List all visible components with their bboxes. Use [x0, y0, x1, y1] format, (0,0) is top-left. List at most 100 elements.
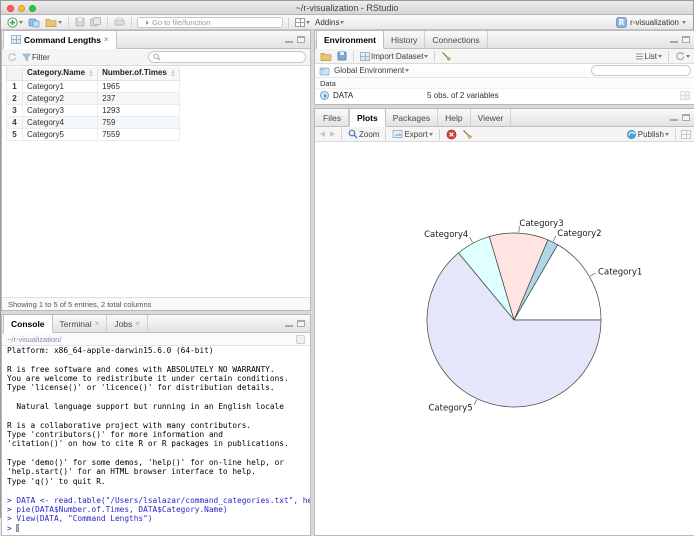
tab-command-lengths[interactable]: Command Lengths	[3, 31, 117, 49]
tab-environment[interactable]: Environment	[316, 31, 384, 49]
console-line	[7, 355, 310, 364]
print-button[interactable]	[113, 17, 126, 27]
environment-object-row[interactable]: DATA 5 obs. of 2 variables	[315, 89, 694, 102]
toolbar-separator	[353, 51, 354, 62]
previous-plot-button[interactable]	[319, 131, 326, 137]
refresh-environment-button[interactable]	[674, 51, 691, 61]
tab-terminal[interactable]: Terminal	[53, 315, 108, 332]
console-line: Type 'q()' to quit R.	[7, 477, 310, 486]
console-line: Natural language support but running in …	[7, 402, 310, 411]
data-viewer-searchbox[interactable]	[148, 51, 306, 63]
zoom-label: Zoom	[359, 130, 379, 139]
clear-workspace-button[interactable]	[440, 51, 453, 62]
save-workspace-button[interactable]	[336, 51, 348, 61]
new-file-button[interactable]	[6, 17, 24, 28]
data-viewer-toolbar: Filter	[2, 49, 310, 66]
forward-icon	[330, 131, 335, 137]
remove-plot-button[interactable]	[445, 129, 458, 140]
column-header-number-of-times[interactable]: Number.of.Times	[98, 67, 180, 80]
console-line	[7, 486, 310, 495]
plots-toolbar: Zoom Export	[315, 127, 694, 142]
tab-jobs[interactable]: Jobs	[107, 315, 148, 332]
minimize-panel-icon[interactable]	[285, 41, 293, 43]
minimize-panel-icon[interactable]	[670, 41, 678, 43]
pane-layout-button[interactable]	[294, 18, 311, 27]
console-output[interactable]: Platform: x86_64-apple-darwin15.6.0 (64-…	[2, 346, 310, 535]
console-prompt[interactable]: >	[7, 524, 310, 533]
data-grid-icon	[11, 35, 21, 44]
zoom-plot-button[interactable]: Zoom	[347, 129, 380, 139]
plot-area: Category1Category2Category3Category4Cate…	[315, 142, 694, 535]
goto-file-search[interactable]	[137, 17, 283, 28]
maximize-panel-icon[interactable]	[297, 36, 305, 43]
publish-button[interactable]: Publish	[625, 129, 670, 140]
pane-grid-icon[interactable]	[681, 130, 691, 139]
tab-files[interactable]: Files	[316, 109, 349, 126]
table-row[interactable]: 2Category2237	[7, 92, 180, 104]
tab-console[interactable]: Console	[3, 315, 53, 333]
environment-search-input[interactable]	[598, 66, 694, 75]
tab-packages[interactable]: Packages	[386, 109, 438, 126]
pie-label-tick	[590, 273, 595, 276]
tab-plots[interactable]: Plots	[349, 109, 386, 127]
filter-button[interactable]: Filter	[21, 53, 51, 62]
open-file-button[interactable]	[44, 17, 63, 28]
goto-file-input[interactable]	[152, 18, 279, 27]
load-workspace-button[interactable]	[319, 51, 333, 62]
table-row[interactable]: 5Category57559	[7, 128, 180, 140]
toolbar-separator	[341, 129, 342, 140]
expand-object-icon[interactable]	[320, 91, 329, 100]
console-line: You are welcome to redistribute it under…	[7, 374, 310, 383]
environment-searchbox[interactable]	[591, 65, 691, 76]
addins-label: Addins	[315, 18, 339, 27]
tab-history[interactable]: History	[384, 31, 425, 48]
chevron-down-icon	[58, 21, 62, 24]
import-dataset-button[interactable]: Import Dataset	[359, 52, 429, 61]
next-plot-button[interactable]	[329, 131, 336, 137]
r-session-icon[interactable]	[296, 335, 305, 344]
maximize-panel-icon[interactable]	[297, 320, 305, 327]
close-window-button[interactable]	[7, 5, 14, 12]
table-row[interactable]: 3Category31293	[7, 104, 180, 116]
close-icon[interactable]	[104, 36, 109, 44]
tab-viewer[interactable]: Viewer	[471, 109, 512, 126]
print-icon	[114, 17, 125, 27]
global-environment-selector[interactable]: Global Environment	[333, 66, 410, 75]
tab-help[interactable]: Help	[438, 109, 470, 126]
project-menu-button[interactable]: R r-visualization	[615, 17, 688, 28]
console-panel: Console Terminal Jobs	[1, 314, 311, 536]
minimize-panel-icon[interactable]	[285, 325, 293, 327]
pie-label-Category5: Category5	[428, 404, 472, 414]
object-description: 5 obs. of 2 variables	[427, 91, 676, 100]
addins-button[interactable]: Addins	[314, 18, 345, 27]
zoom-window-button[interactable]	[29, 5, 36, 12]
pane-layout-icon	[295, 18, 305, 27]
chevron-down-icon	[665, 133, 669, 136]
table-row[interactable]: 1Category11965	[7, 80, 180, 92]
pie-label-Category4: Category4	[424, 230, 468, 240]
tab-connections[interactable]: Connections	[425, 31, 487, 48]
export-plot-button[interactable]: Export	[391, 129, 433, 139]
table-row[interactable]: 4Category4759	[7, 116, 180, 128]
maximize-panel-icon[interactable]	[682, 114, 690, 121]
data-viewer-tabstrip: Command Lengths	[2, 31, 310, 49]
magnifier-icon	[348, 129, 358, 139]
minimize-panel-icon[interactable]	[670, 119, 678, 121]
close-icon[interactable]	[95, 320, 100, 328]
new-project-icon	[28, 17, 40, 28]
close-icon[interactable]	[135, 320, 140, 328]
save-button[interactable]	[74, 17, 86, 27]
maximize-panel-icon[interactable]	[682, 36, 690, 43]
clear-all-plots-button[interactable]	[461, 129, 474, 140]
connections-tab-label: Connections	[432, 35, 479, 45]
list-view-button[interactable]: List	[634, 52, 663, 61]
new-project-button[interactable]	[27, 17, 41, 28]
console-line: R is a collaborative project with many c…	[7, 421, 310, 430]
column-header-category-name[interactable]: Category.Name	[23, 67, 98, 80]
minimize-window-button[interactable]	[18, 5, 25, 12]
console-command-line: > DATA <- read.table("/Users/lsalazar/co…	[7, 496, 310, 505]
data-viewer-search-input[interactable]	[163, 53, 301, 62]
save-all-button[interactable]	[89, 17, 102, 27]
view-table-icon[interactable]	[680, 91, 690, 100]
refresh-button[interactable]	[6, 52, 18, 62]
